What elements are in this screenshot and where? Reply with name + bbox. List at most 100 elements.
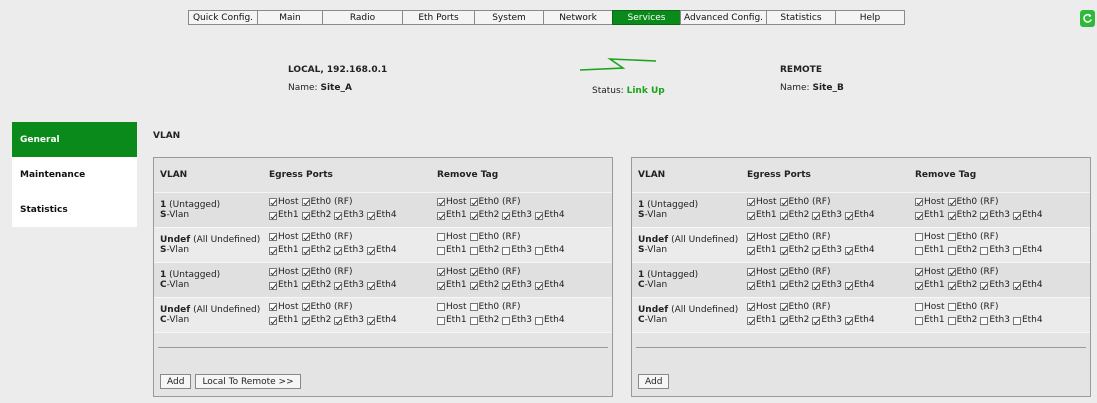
checkbox-eth3[interactable]: Eth3: [980, 315, 1010, 326]
checkbox-eth2[interactable]: Eth2: [469, 280, 499, 291]
checkbox-eth1[interactable]: Eth1: [269, 280, 299, 291]
checkbox-box[interactable]: [301, 268, 310, 276]
checkbox-eth4[interactable]: Eth4: [534, 245, 565, 256]
checkbox-eth0[interactable]: Eth0 (RF): [779, 232, 830, 243]
checkbox-eth4[interactable]: Eth4: [844, 245, 875, 256]
checkbox-eth1[interactable]: Eth1: [269, 315, 299, 326]
checkbox-box[interactable]: [469, 281, 478, 290]
checkbox-eth0[interactable]: Eth0 (RF): [947, 197, 998, 208]
checkbox-eth4[interactable]: Eth4: [1012, 280, 1043, 291]
refresh-icon[interactable]: [1080, 10, 1095, 27]
checkbox-box[interactable]: [534, 211, 543, 220]
sidebar-item-general[interactable]: General: [12, 122, 137, 157]
checkbox-box[interactable]: [812, 316, 821, 325]
checkbox-box[interactable]: [301, 316, 310, 325]
checkbox-box[interactable]: [301, 281, 310, 290]
add-button[interactable]: Add: [160, 374, 192, 389]
checkbox-box[interactable]: [947, 211, 956, 220]
checkbox-box[interactable]: [1012, 211, 1021, 220]
checkbox-eth0[interactable]: Eth0 (RF): [301, 302, 352, 313]
checkbox-eth1[interactable]: Eth1: [269, 245, 299, 256]
checkbox-eth3[interactable]: Eth3: [502, 210, 532, 221]
checkbox-eth3[interactable]: Eth3: [502, 245, 532, 256]
checkbox-box[interactable]: [502, 211, 511, 220]
checkbox-host[interactable]: Host: [437, 302, 467, 313]
checkbox-eth4[interactable]: Eth4: [366, 245, 397, 256]
checkbox-box[interactable]: [947, 303, 956, 311]
checkbox-box[interactable]: [366, 316, 375, 325]
checkbox-eth2[interactable]: Eth2: [779, 210, 809, 221]
checkbox-box[interactable]: [269, 198, 277, 206]
checkbox-host[interactable]: Host: [915, 302, 945, 313]
checkbox-eth3[interactable]: Eth3: [502, 315, 532, 326]
checkbox-box[interactable]: [779, 268, 788, 276]
checkbox-box[interactable]: [779, 246, 788, 255]
tab-network[interactable]: Network: [543, 10, 613, 25]
checkbox-eth0[interactable]: Eth0 (RF): [947, 232, 998, 243]
tab-help[interactable]: Help: [835, 10, 905, 25]
checkbox-box[interactable]: [469, 316, 478, 325]
checkbox-eth2[interactable]: Eth2: [947, 315, 977, 326]
checkbox-box[interactable]: [915, 233, 923, 241]
checkbox-eth4[interactable]: Eth4: [534, 315, 565, 326]
tab-main[interactable]: Main: [257, 10, 323, 25]
checkbox-box[interactable]: [269, 233, 277, 241]
checkbox-eth4[interactable]: Eth4: [1012, 245, 1043, 256]
checkbox-host[interactable]: Host: [437, 267, 467, 278]
checkbox-eth0[interactable]: Eth0 (RF): [469, 302, 520, 313]
checkbox-eth4[interactable]: Eth4: [534, 210, 565, 221]
checkbox-box[interactable]: [747, 233, 755, 241]
checkbox-eth2[interactable]: Eth2: [947, 280, 977, 291]
checkbox-host[interactable]: Host: [747, 302, 777, 313]
checkbox-box[interactable]: [437, 211, 445, 220]
checkbox-box[interactable]: [1012, 316, 1021, 325]
checkbox-eth0[interactable]: Eth0 (RF): [301, 267, 352, 278]
checkbox-box[interactable]: [269, 316, 277, 325]
checkbox-box[interactable]: [437, 303, 445, 311]
checkbox-box[interactable]: [469, 211, 478, 220]
checkbox-eth1[interactable]: Eth1: [915, 245, 945, 256]
checkbox-box[interactable]: [747, 211, 755, 220]
checkbox-box[interactable]: [534, 281, 543, 290]
checkbox-box[interactable]: [915, 246, 923, 255]
checkbox-eth1[interactable]: Eth1: [437, 280, 467, 291]
checkbox-box[interactable]: [301, 246, 310, 255]
checkbox-box[interactable]: [534, 316, 543, 325]
checkbox-box[interactable]: [844, 211, 853, 220]
checkbox-eth1[interactable]: Eth1: [747, 280, 777, 291]
tab-services[interactable]: Services: [612, 10, 681, 25]
checkbox-box[interactable]: [980, 281, 989, 290]
checkbox-box[interactable]: [980, 246, 989, 255]
checkbox-eth0[interactable]: Eth0 (RF): [301, 232, 352, 243]
checkbox-box[interactable]: [844, 316, 853, 325]
checkbox-box[interactable]: [469, 198, 478, 206]
checkbox-box[interactable]: [334, 246, 343, 255]
checkbox-eth2[interactable]: Eth2: [469, 315, 499, 326]
checkbox-box[interactable]: [947, 316, 956, 325]
checkbox-eth2[interactable]: Eth2: [947, 210, 977, 221]
checkbox-eth0[interactable]: Eth0 (RF): [469, 267, 520, 278]
checkbox-eth0[interactable]: Eth0 (RF): [469, 197, 520, 208]
checkbox-box[interactable]: [301, 198, 310, 206]
checkbox-eth3[interactable]: Eth3: [334, 245, 364, 256]
checkbox-box[interactable]: [747, 303, 755, 311]
checkbox-box[interactable]: [980, 211, 989, 220]
checkbox-box[interactable]: [437, 233, 445, 241]
checkbox-eth3[interactable]: Eth3: [980, 245, 1010, 256]
checkbox-box[interactable]: [469, 303, 478, 311]
checkbox-box[interactable]: [915, 316, 923, 325]
checkbox-host[interactable]: Host: [747, 232, 777, 243]
checkbox-box[interactable]: [779, 316, 788, 325]
checkbox-box[interactable]: [469, 268, 478, 276]
checkbox-box[interactable]: [269, 246, 277, 255]
checkbox-eth4[interactable]: Eth4: [844, 210, 875, 221]
tab-system[interactable]: System: [474, 10, 544, 25]
checkbox-box[interactable]: [437, 198, 445, 206]
checkbox-eth2[interactable]: Eth2: [779, 245, 809, 256]
checkbox-eth1[interactable]: Eth1: [747, 245, 777, 256]
checkbox-box[interactable]: [747, 198, 755, 206]
checkbox-host[interactable]: Host: [269, 267, 299, 278]
checkbox-eth2[interactable]: Eth2: [779, 315, 809, 326]
checkbox-eth4[interactable]: Eth4: [366, 315, 397, 326]
checkbox-eth2[interactable]: Eth2: [301, 315, 331, 326]
